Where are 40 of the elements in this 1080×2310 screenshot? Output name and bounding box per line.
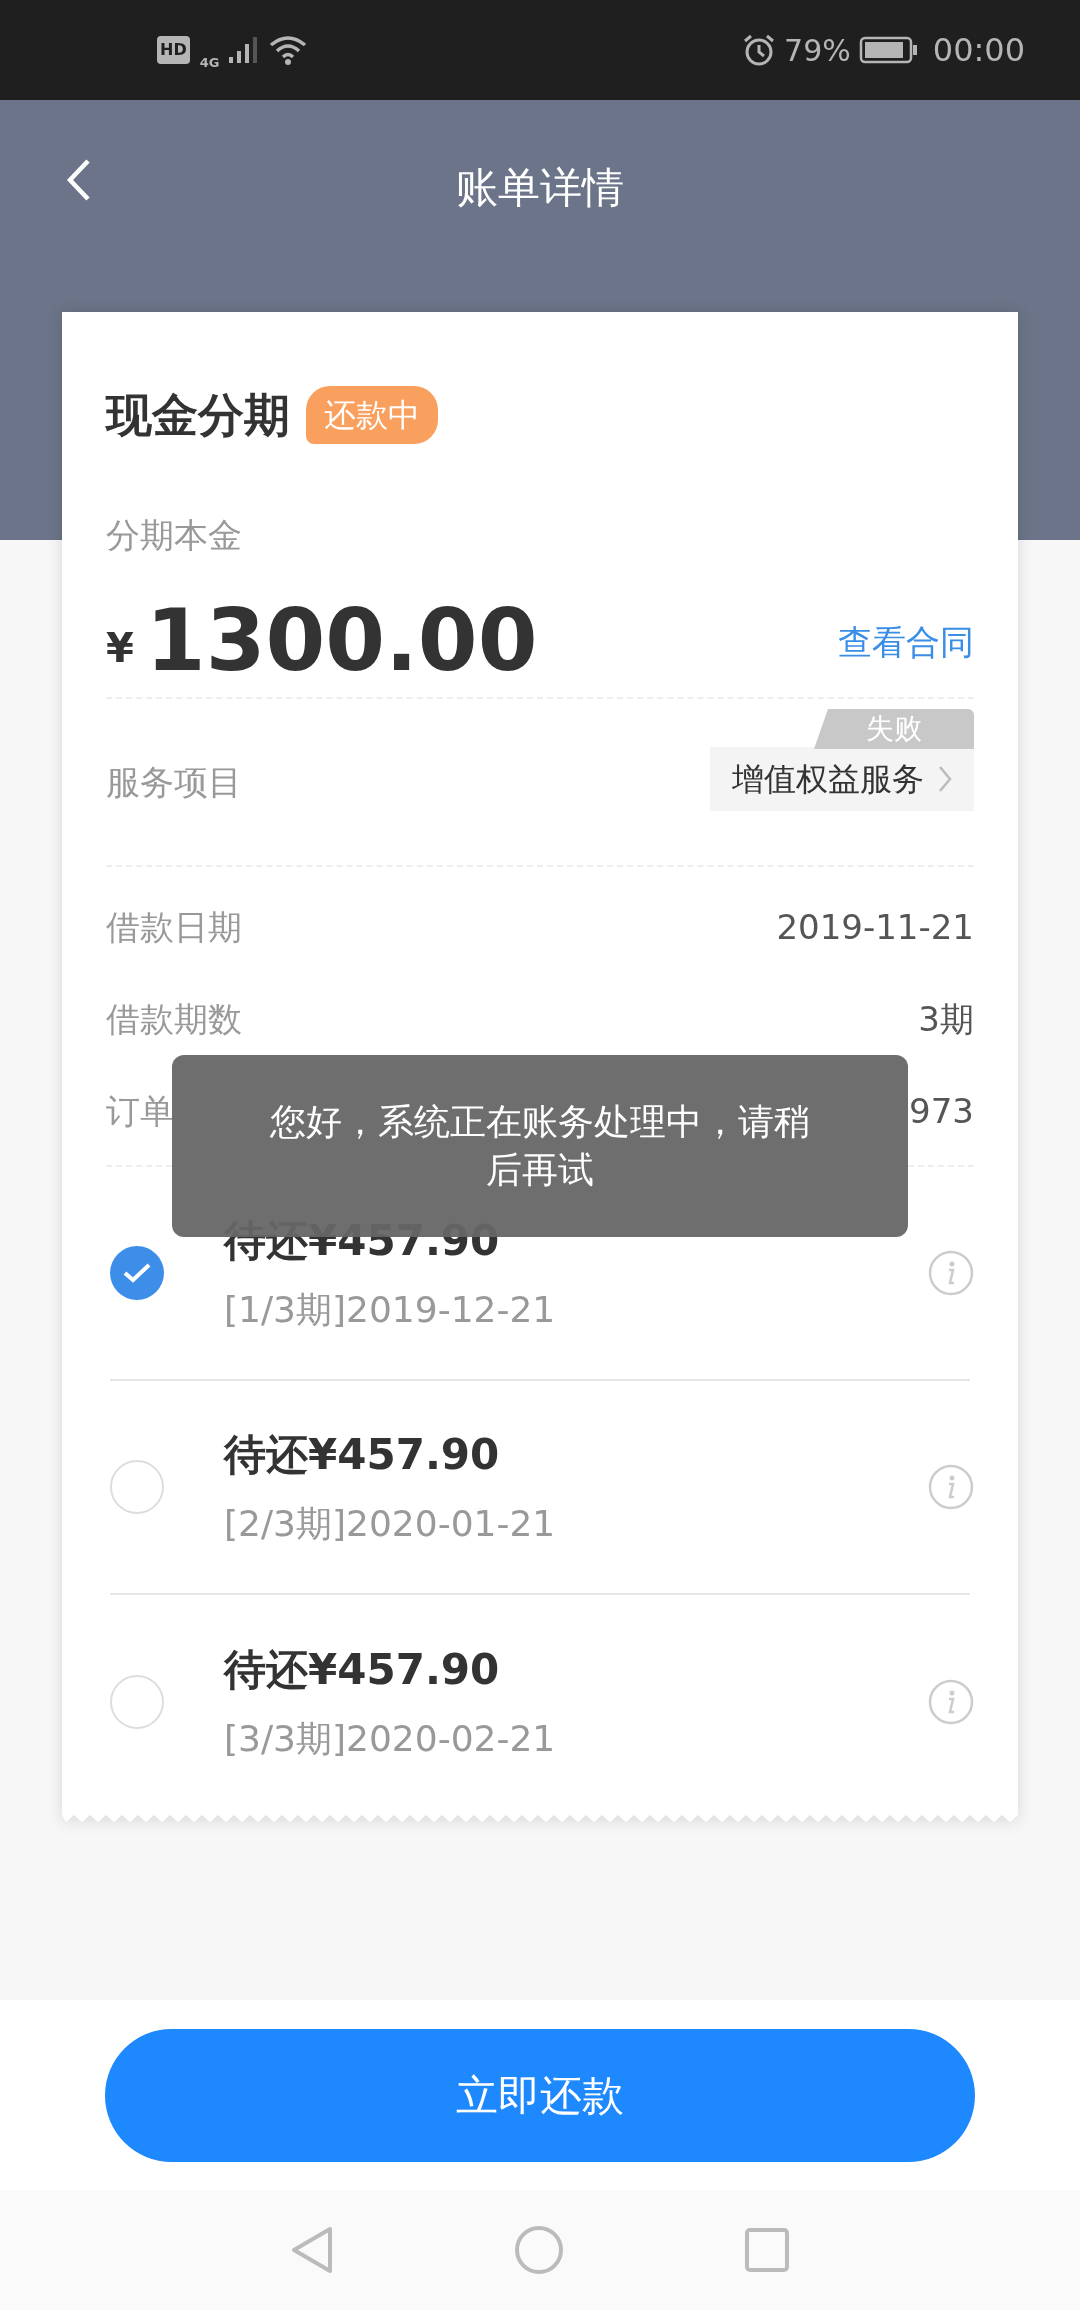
principal-amount: 1300.00 [145,590,538,690]
detail-value: 973 [909,1089,974,1133]
clock: 00:00 [932,30,1025,71]
repay-now-button[interactable]: 立即还款 [105,2028,975,2162]
back-nav-icon[interactable] [290,2225,334,2275]
installment-amount: 待还¥457.90 [224,1429,501,1481]
battery-icon [858,35,919,65]
principal-label: 分期本金 [106,514,243,557]
select-checkbox[interactable] [110,1460,164,1514]
service-label: 服务项目 [106,760,242,804]
loan-title: 现金分期 [106,387,290,444]
currency-symbol: ¥ [106,624,134,673]
page-title: 账单详情 [456,162,624,214]
view-contract-link[interactable]: 查看合同 [838,616,974,668]
network-label: 4G [199,54,220,73]
alarm-icon [742,33,777,67]
status-badge: 还款中 [306,386,438,444]
hd-icon: HD [157,36,190,64]
detail-label: 订单 [106,1089,174,1133]
info-icon[interactable] [928,1464,974,1510]
battery-percent: 79% [784,31,851,70]
detail-label: 借款期数 [106,997,242,1041]
installment-period: [1/3期]2019-12-21 [224,1288,556,1332]
installment-amount: 待还¥457.90 [224,1644,501,1696]
chevron-right-icon [938,765,952,793]
toast-message: 您好，系统正在账务处理中，请稍后再试 [172,1055,908,1237]
service-button[interactable]: 增值权益服务 [710,747,974,811]
select-checkbox[interactable] [110,1675,164,1729]
detail-value: 2019-11-21 [776,905,974,949]
installment-period: [3/3期]2020-02-21 [224,1717,556,1761]
recents-nav-icon[interactable] [744,2227,790,2273]
info-icon[interactable] [928,1250,974,1296]
installment-period: [2/3期]2020-01-21 [224,1502,556,1546]
detail-value: 3期 [918,997,974,1041]
home-nav-icon[interactable] [514,2225,564,2275]
signal-icon [229,35,260,65]
select-checkbox[interactable] [110,1246,164,1300]
checkmark-icon [122,1262,152,1284]
detail-label: 借款日期 [106,905,242,949]
info-icon[interactable] [928,1679,974,1725]
